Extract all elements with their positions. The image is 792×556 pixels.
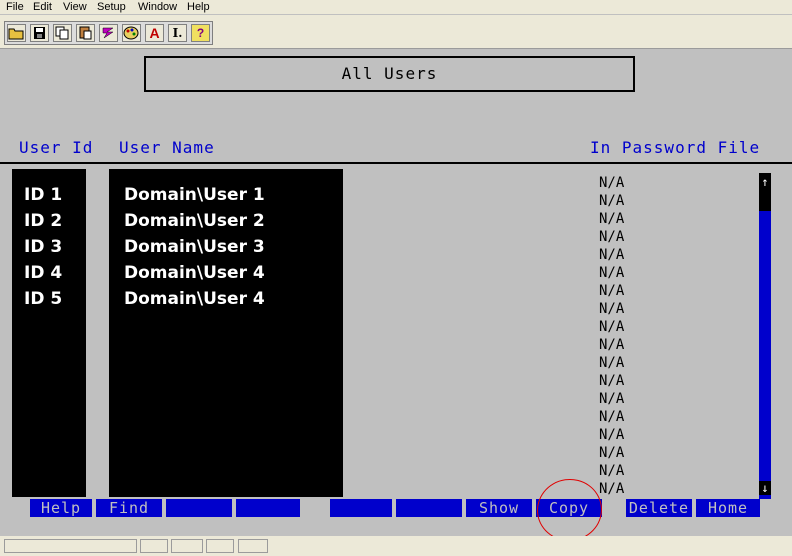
password-status-cell: N/A (599, 301, 625, 317)
menu-help[interactable]: Help (187, 0, 210, 14)
fkey-blank-button[interactable] (166, 499, 232, 517)
column-header-user-id: User Id (19, 138, 94, 157)
password-status-cell: N/A (599, 319, 625, 335)
password-status-cell: N/A (599, 337, 625, 353)
password-status-cell: N/A (599, 445, 625, 461)
user-name-cell[interactable]: Domain\User 4 (124, 263, 265, 283)
copy-icon[interactable] (53, 24, 72, 42)
fkey-blank-button[interactable] (396, 499, 462, 517)
password-status-cell: N/A (599, 355, 625, 371)
status-pane (206, 539, 234, 553)
password-status-cell: N/A (599, 175, 625, 191)
open-folder-icon[interactable] (7, 24, 26, 42)
fkey-help-button[interactable]: Help (30, 499, 92, 517)
header-divider (0, 162, 792, 164)
vertical-scrollbar[interactable]: ↑ ↓ (759, 173, 771, 499)
scroll-thumb[interactable]: ↑ (759, 173, 771, 211)
fkey-show-button[interactable]: Show (466, 499, 532, 517)
menu-edit[interactable]: Edit (33, 0, 52, 14)
menu-bar: File Edit View Setup Window Help (0, 0, 792, 14)
paste-icon[interactable] (76, 24, 95, 42)
status-pane (238, 539, 268, 553)
menu-file[interactable]: File (6, 0, 24, 14)
fkey-blank-button[interactable] (236, 499, 300, 517)
menu-setup[interactable]: Setup (97, 0, 126, 14)
user-id-cell[interactable]: ID 2 (24, 211, 62, 231)
run-icon[interactable] (99, 24, 118, 42)
scroll-down-arrow-icon[interactable]: ↓ (759, 481, 771, 495)
user-name-cell[interactable]: Domain\User 2 (124, 211, 265, 231)
user-id-cell[interactable]: ID 5 (24, 289, 62, 309)
password-status-cell: N/A (599, 427, 625, 443)
password-status-cell: N/A (599, 481, 625, 497)
user-id-cell[interactable]: ID 4 (24, 263, 62, 283)
toolbar-group: A I. ? (4, 21, 213, 45)
save-icon[interactable] (30, 24, 49, 42)
status-pane (4, 539, 137, 553)
fkey-find-button[interactable]: Find (96, 499, 162, 517)
user-name-cell[interactable]: Domain\User 4 (124, 289, 265, 309)
user-name-cell[interactable]: Domain\User 1 (124, 185, 265, 205)
terminal-screen: All Users User Id User Name In Password … (0, 49, 792, 546)
red-annotation-circle (533, 474, 606, 546)
status-pane (171, 539, 203, 553)
palette-icon[interactable] (122, 24, 141, 42)
column-header-user-name: User Name (119, 138, 215, 157)
help-icon[interactable]: ? (191, 24, 210, 42)
font-icon[interactable]: A (145, 24, 164, 42)
password-status-cell: N/A (599, 409, 625, 425)
password-status-cell: N/A (599, 373, 625, 389)
password-status-cell: N/A (599, 193, 625, 209)
scroll-up-arrow-icon[interactable]: ↑ (759, 175, 771, 189)
menu-window[interactable]: Window (138, 0, 177, 14)
password-status-cell: N/A (599, 391, 625, 407)
password-status-cell: N/A (599, 229, 625, 245)
screen-title: All Users (144, 56, 635, 92)
password-status-cell: N/A (599, 211, 625, 227)
password-status-cell: N/A (599, 283, 625, 299)
user-name-cell[interactable]: Domain\User 3 (124, 237, 265, 257)
fkey-blank-button[interactable] (330, 499, 392, 517)
toolbar: A I. ? (0, 15, 792, 49)
column-header-in-password-file: In Password File (590, 138, 761, 157)
menu-view[interactable]: View (63, 0, 87, 14)
password-status-cell: N/A (599, 463, 625, 479)
user-id-cell[interactable]: ID 1 (24, 185, 62, 205)
text-cursor-icon[interactable]: I. (168, 24, 187, 42)
password-status-cell: N/A (599, 265, 625, 281)
fkey-home-button[interactable]: Home (696, 499, 760, 517)
user-id-cell[interactable]: ID 3 (24, 237, 62, 257)
password-status-cell: N/A (599, 247, 625, 263)
fkey-delete-button[interactable]: Delete (626, 499, 692, 517)
status-bar (0, 536, 792, 556)
status-pane (140, 539, 168, 553)
